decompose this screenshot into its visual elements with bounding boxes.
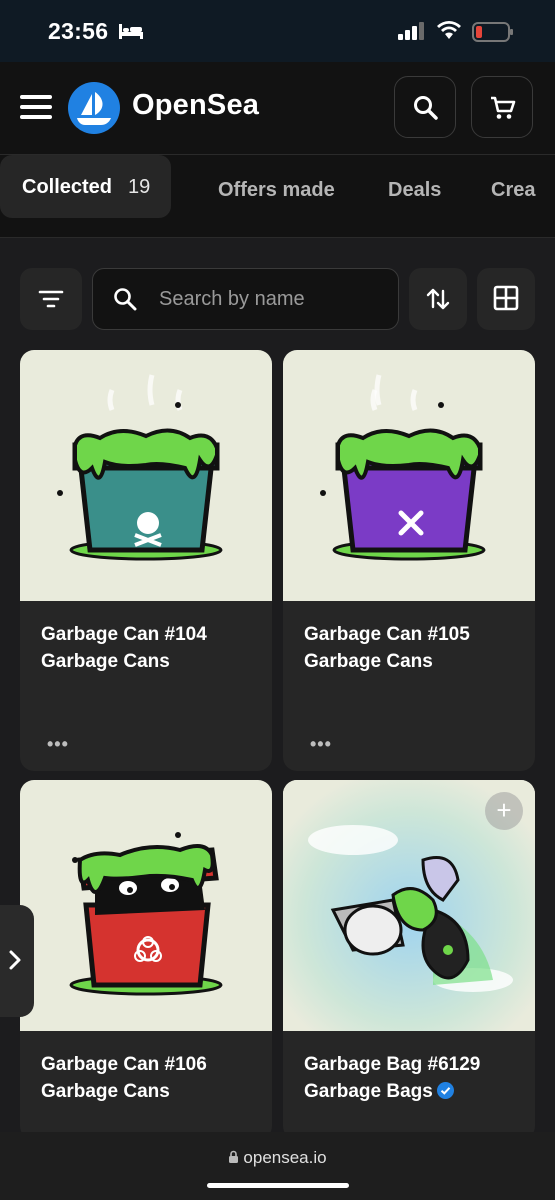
tab-offers-made[interactable]: Offers made — [218, 179, 335, 202]
chevron-right-icon — [9, 950, 21, 970]
header-search-button[interactable] — [394, 76, 456, 138]
search-input[interactable] — [159, 283, 389, 315]
brand-name[interactable]: OpenSea — [132, 89, 259, 122]
search-icon — [114, 288, 137, 311]
nft-title: Garbage Can #106 — [41, 1054, 207, 1075]
home-indicator[interactable] — [207, 1183, 349, 1188]
menu-icon — [20, 95, 52, 99]
nft-title: Garbage Bag #6129 — [304, 1054, 481, 1075]
opensea-logo[interactable] — [68, 82, 120, 134]
more-options-button[interactable]: ••• — [310, 734, 332, 755]
cart-button[interactable] — [471, 76, 533, 138]
nft-title: Garbage Can #104 — [41, 624, 207, 645]
tab-collected[interactable]: Collected 19 — [0, 155, 171, 218]
tab-deals[interactable]: Deals — [388, 179, 441, 202]
menu-button[interactable] — [20, 95, 52, 121]
bed-icon — [118, 22, 144, 45]
lock-icon — [229, 1150, 239, 1163]
tab-count: 19 — [128, 176, 151, 198]
add-to-cart-button[interactable]: + — [485, 792, 523, 830]
nft-collection: Garbage Cans — [41, 1081, 170, 1102]
nft-card[interactable]: Garbage Can #106 Garbage Cans — [20, 780, 272, 1140]
nft-image — [20, 780, 272, 1031]
nft-image — [20, 350, 272, 601]
wifi-icon — [436, 20, 462, 45]
battery-low-icon — [472, 22, 514, 47]
tab-label: Collected — [22, 176, 113, 198]
profile-tabs: Collected 19 Offers made Deals Crea — [0, 154, 555, 238]
url-display[interactable]: opensea.io — [0, 1148, 555, 1168]
nft-card[interactable]: Garbage Can #105 Garbage Cans ••• — [283, 350, 535, 771]
status-bar: 23:56 — [0, 0, 555, 62]
sort-button[interactable] — [409, 268, 467, 330]
nft-title: Garbage Can #105 — [304, 624, 470, 645]
search-field[interactable] — [92, 268, 399, 330]
app-header: OpenSea — [0, 62, 555, 154]
sort-icon — [426, 288, 450, 310]
nft-collection: Garbage Cans — [304, 651, 433, 672]
more-options-button[interactable]: ••• — [47, 734, 69, 755]
url-text: opensea.io — [243, 1148, 327, 1167]
cart-icon — [491, 96, 516, 119]
cellular-signal-icon — [398, 22, 428, 45]
search-icon — [414, 96, 438, 120]
filter-button[interactable] — [20, 268, 82, 330]
browser-url-bar[interactable]: opensea.io — [0, 1132, 555, 1200]
grid-view-icon — [493, 285, 519, 311]
tab-created[interactable]: Crea — [491, 179, 535, 202]
verified-icon — [436, 1082, 454, 1099]
side-drawer-toggle[interactable] — [0, 905, 34, 1017]
toolbar — [0, 268, 555, 330]
nft-image — [283, 350, 535, 601]
grid-view-button[interactable] — [477, 268, 535, 330]
nft-card[interactable]: Garbage Can #104 Garbage Cans ••• — [20, 350, 272, 771]
status-time: 23:56 — [48, 18, 109, 44]
nft-card[interactable]: + Garbage Bag #6129 Garbage Bags — [283, 780, 535, 1140]
filter-icon — [38, 290, 64, 308]
nft-collection: Garbage Bags — [304, 1081, 454, 1103]
nft-image: + — [283, 780, 535, 1031]
nft-collection: Garbage Cans — [41, 651, 170, 672]
